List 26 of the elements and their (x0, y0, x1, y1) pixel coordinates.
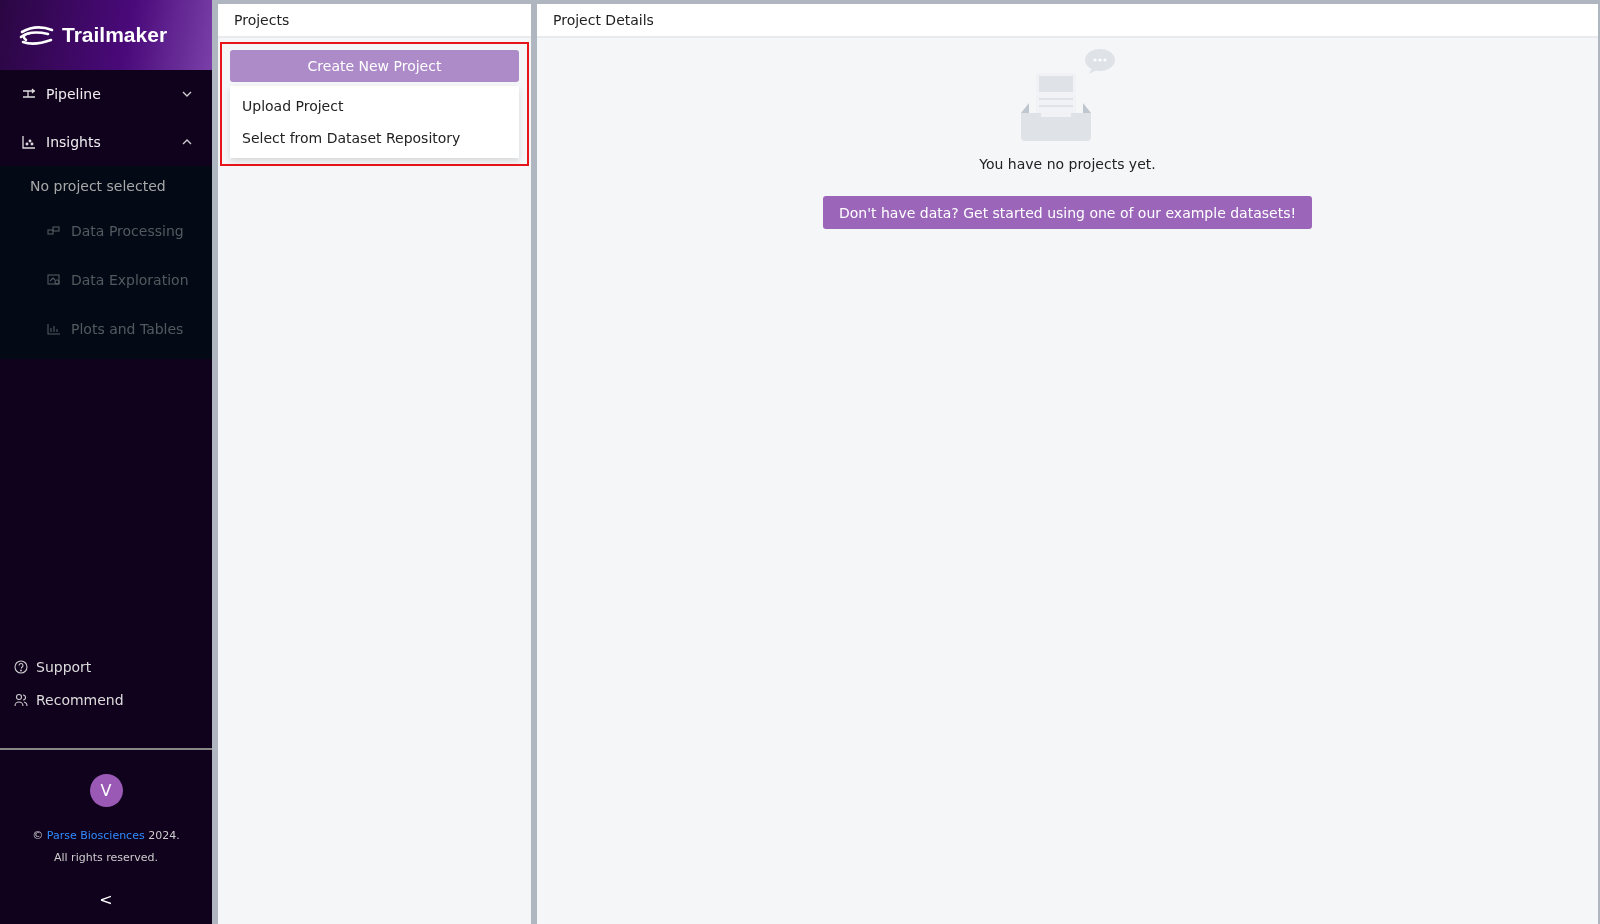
scatter-chart-icon (22, 135, 36, 149)
company-link[interactable]: Parse Biosciences (46, 829, 145, 842)
branch-arrows-icon (22, 87, 36, 101)
bar-chart-icon (47, 322, 61, 335)
menu-item[interactable]: Upload Project (230, 90, 519, 122)
nav-item[interactable]: Insights (0, 118, 212, 166)
panel-title: Projects (218, 4, 531, 38)
blocks-icon (47, 224, 61, 237)
chart-window-icon (47, 273, 61, 286)
menu-item[interactable]: Select from Dataset Repository (230, 122, 519, 154)
panel-title: Project Details (537, 4, 1598, 38)
nav-label: Pipeline (46, 86, 102, 102)
empty-state-text: You have no projects yet. (979, 156, 1156, 172)
nav-item[interactable]: Pipeline (0, 70, 212, 118)
nav-label: Insights (46, 134, 102, 150)
no-project-text: No project selected (29, 177, 167, 196)
user-avatar[interactable]: V (89, 774, 123, 807)
collapse-button[interactable]: < (93, 889, 119, 910)
logo-text: Trailmaker (62, 23, 168, 47)
question-circle-icon (14, 659, 28, 674)
example-datasets-button[interactable]: Don't have data? Get started using one of our example datasets! (822, 196, 1313, 229)
sidebar-link[interactable]: Recommend (0, 683, 212, 716)
sidebar-link[interactable]: Support (0, 650, 212, 683)
rights-text: All rights reserved. (53, 850, 158, 866)
users-icon (14, 692, 28, 707)
copyright-text: © Parse Biosciences 2024. (32, 828, 180, 844)
